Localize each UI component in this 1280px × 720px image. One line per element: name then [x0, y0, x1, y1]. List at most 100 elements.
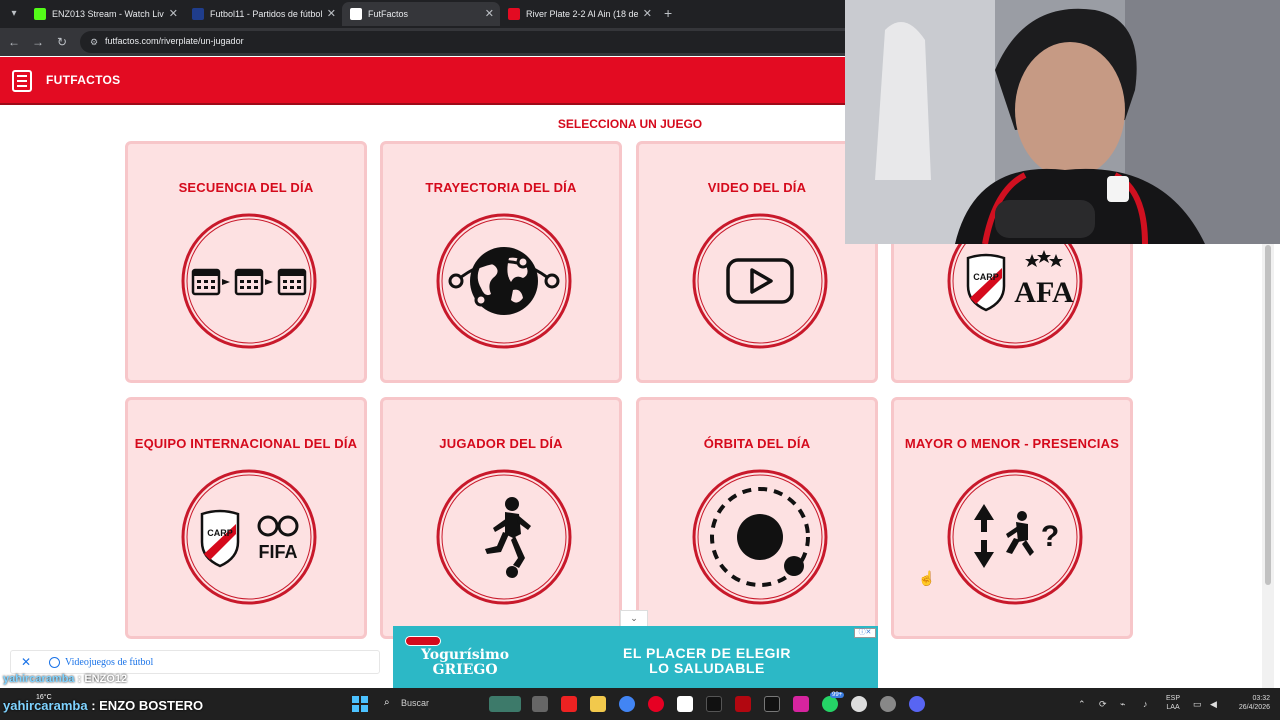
chat-text: : ENZO BOSTERO	[91, 698, 204, 713]
game-title: TRAYECTORIA DEL DÍA	[425, 180, 577, 195]
lang-line2: LAA	[1166, 704, 1180, 711]
taskbar-search-input[interactable]: Buscar	[401, 698, 429, 708]
ad-tagline-line1: EL PLACER DE ELEGIR	[623, 645, 791, 661]
tray-display-icon[interactable]: ▭	[1193, 699, 1202, 710]
game-title: JUGADOR DEL DÍA	[439, 436, 563, 451]
brand-name[interactable]: FUTFACTOS	[46, 73, 120, 87]
futbol11-favicon-icon	[192, 8, 204, 20]
search-plus-icon	[49, 657, 60, 668]
futfactos-logo-icon[interactable]	[12, 70, 32, 92]
game-card-secuencia[interactable]: SECUENCIA DEL DÍA	[125, 141, 367, 383]
url-text[interactable]: futfactos.com/riverplate/un-jugador	[105, 36, 244, 46]
yogurt-ad-banner[interactable]: Yogurísimo GRIEGO EL PLACER DE ELEGIR LO…	[393, 626, 878, 688]
higher-lower-icon: ?	[947, 469, 1083, 605]
river-crest-text: CARP	[207, 528, 233, 538]
fifa-text: FIFA	[259, 542, 298, 562]
game-card-jugador[interactable]: JUGADOR DEL DÍA	[380, 397, 622, 639]
input-language[interactable]: ESP LAA	[1166, 694, 1180, 712]
hand-cursor-icon: ☝	[918, 570, 936, 586]
tray-mic-icon[interactable]: ♪	[1143, 699, 1148, 709]
orbit-icon	[692, 469, 828, 605]
forward-arrow-icon[interactable]: →	[30, 34, 46, 50]
svg-text:?: ?	[1041, 520, 1059, 553]
windows-start-icon[interactable]	[352, 696, 368, 712]
game-title: MAYOR O MENOR - PRESENCIAS	[904, 436, 1120, 451]
back-arrow-icon[interactable]: ←	[6, 34, 22, 50]
ad-collapse-chevron-icon[interactable]: ⌄	[620, 610, 648, 626]
lang-line1: ESP	[1166, 695, 1181, 702]
new-tab-plus-icon[interactable]: +	[664, 5, 672, 21]
river-crest-text: CARP	[973, 272, 999, 282]
tiktok-icon[interactable]	[706, 696, 722, 712]
whatsapp-icon[interactable]	[822, 696, 838, 712]
x-icon[interactable]	[764, 696, 780, 712]
ad-brand-line2: GRIEGO	[432, 662, 498, 678]
game-title: ÓRBITA DEL DÍA	[703, 436, 811, 451]
search-highlight-image[interactable]	[489, 696, 521, 712]
game-title: EQUIPO INTERNACIONAL DEL DÍA	[134, 436, 358, 451]
clock-date: 26/4/2026	[1238, 704, 1270, 711]
chat-text: : ENZO12	[77, 673, 128, 685]
suggestion-text[interactable]: Videojuegos de fútbol	[65, 657, 153, 668]
close-icon[interactable]: ✕	[21, 655, 31, 669]
ad-tagline-line2: LO SALUDABLE	[649, 660, 765, 676]
game-card-mayor-menor[interactable]: MAYOR O MENOR - PRESENCIAS ?	[891, 397, 1133, 639]
tab-river-plate[interactable]: River Plate 2-2 Al Ain (18 de Di ✕	[500, 2, 658, 26]
taskbar-clock[interactable]: 03:32 26/4/2026	[1222, 694, 1270, 712]
tab-search-chevron-icon[interactable]: ▾	[6, 6, 22, 22]
kick-favicon-icon	[34, 8, 46, 20]
news-favicon-icon	[508, 8, 520, 20]
ad-choices-icon[interactable]: ⓘ✕	[854, 628, 876, 638]
tab-futbol11[interactable]: Futbol11 - Partidos de fútbol d ✕	[184, 2, 342, 26]
search-icon[interactable]: ⌕	[384, 697, 390, 708]
streamer-webcam-overlay	[845, 0, 1280, 244]
youtube-icon[interactable]	[561, 696, 577, 712]
chat-message: yahircaramba : ENZO BOSTERO	[3, 698, 203, 713]
reload-icon[interactable]: ↻	[54, 34, 70, 50]
game-card-equipo-internacional[interactable]: EQUIPO INTERNACIONAL DEL DÍA CARP FIFA	[125, 397, 367, 639]
tray-volume-icon[interactable]: ◀	[1210, 699, 1217, 710]
scrollbar-thumb[interactable]	[1265, 245, 1271, 585]
afa-crest-text: AFA	[1014, 276, 1074, 309]
tab-title: Futbol11 - Partidos de fútbol d	[210, 9, 322, 19]
chat-username: yahircaramba	[3, 673, 75, 685]
weather-temperature: 16°C	[36, 694, 52, 701]
pinterest-icon[interactable]	[648, 696, 664, 712]
webcam-image	[845, 0, 1280, 244]
close-icon[interactable]: ✕	[485, 2, 494, 26]
instagram-icon[interactable]	[793, 696, 809, 712]
game-card-trayectoria[interactable]: TRAYECTORIA DEL DÍA	[380, 141, 622, 383]
capcut-icon[interactable]	[677, 696, 693, 712]
chrome-icon[interactable]	[619, 696, 635, 712]
file-explorer-icon[interactable]	[590, 696, 606, 712]
chatgpt-icon[interactable]	[851, 696, 867, 712]
river-fifa-crests-icon: CARP FIFA	[181, 469, 317, 605]
tray-network-icon[interactable]: ⌁	[1120, 699, 1125, 710]
close-icon[interactable]: ✕	[169, 2, 178, 26]
discord-icon[interactable]	[909, 696, 925, 712]
tab-title: River Plate 2-2 Al Ain (18 de Di	[526, 9, 638, 19]
chat-message: yahircaramba : ENZO12	[3, 673, 127, 685]
close-icon[interactable]: ✕	[643, 2, 652, 26]
game-card-orbita[interactable]: ÓRBITA DEL DÍA	[636, 397, 878, 639]
tab-enz013[interactable]: ENZ013 Stream - Watch Live on ✕	[26, 2, 184, 26]
notification-badge: 99+	[830, 692, 845, 698]
tray-sync-icon[interactable]: ⟳	[1099, 699, 1107, 710]
site-info-icon[interactable]: ⚙	[88, 36, 100, 48]
game-card-video[interactable]: VIDEO DEL DÍA	[636, 141, 878, 383]
game-title: VIDEO DEL DÍA	[707, 180, 807, 195]
game-title: SECUENCIA DEL DÍA	[178, 180, 314, 195]
search-suggestion-chip[interactable]: ✕ Videojuegos de fútbol	[10, 650, 380, 674]
footballer-kicking-icon	[436, 469, 572, 605]
ad-brand-name: Yogurísimo GRIEGO	[421, 648, 509, 678]
netflix-icon[interactable]	[735, 696, 751, 712]
app-icon[interactable]	[880, 696, 896, 712]
clock-time: 03:32	[1252, 695, 1270, 702]
ad-brand-line1: Yogurísimo	[421, 647, 510, 663]
close-icon[interactable]: ✕	[327, 2, 336, 26]
tray-chevron-icon[interactable]: ⌃	[1078, 699, 1086, 710]
task-view-icon[interactable]	[532, 696, 548, 712]
brand-logo-badge	[405, 636, 441, 646]
tab-futfactos[interactable]: FutFactos ✕	[342, 2, 500, 26]
tab-title: FutFactos	[368, 9, 409, 19]
